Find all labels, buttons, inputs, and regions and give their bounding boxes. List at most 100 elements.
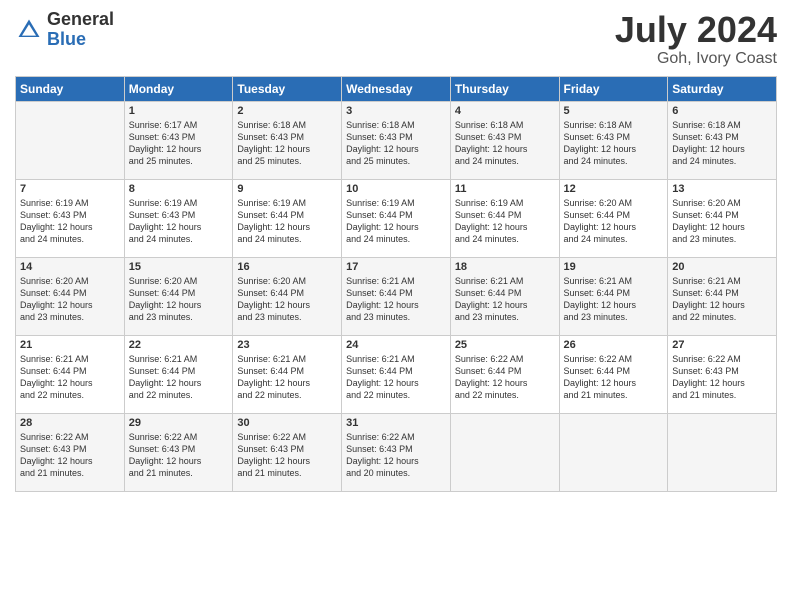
location-subtitle: Goh, Ivory Coast — [615, 50, 777, 68]
calendar-cell: 31 Sunrise: 6:22 AM Sunset: 6:43 PM Dayli… — [342, 413, 451, 491]
day-number: 25 — [455, 339, 555, 351]
calendar-cell: 14 Sunrise: 6:20 AM Sunset: 6:44 PM Dayli… — [16, 257, 125, 335]
weekday-header-tuesday: Tuesday — [233, 76, 342, 101]
cell-sun-info: Sunrise: 6:17 AM Sunset: 6:43 PM Dayligh… — [129, 119, 229, 168]
calendar-cell: 21 Sunrise: 6:21 AM Sunset: 6:44 PM Dayli… — [16, 335, 125, 413]
calendar-cell — [668, 413, 777, 491]
day-number: 28 — [20, 417, 120, 429]
calendar-cell: 17Sunrise: 6:21 AM Sunset: 6:44 PM Dayli… — [342, 257, 451, 335]
day-number: 11 — [455, 183, 555, 195]
day-number: 9 — [237, 183, 337, 195]
cell-sun-info: Sunrise: 6:18 AM Sunset: 6:43 PM Dayligh… — [672, 119, 772, 168]
logo-text: General Blue — [47, 10, 114, 50]
calendar-cell — [450, 413, 559, 491]
cell-sun-info: Sunrise: 6:19 AM Sunset: 6:43 PM Dayligh… — [129, 197, 229, 246]
cell-sun-info: Sunrise: 6:21 AM Sunset: 6:44 PM Dayligh… — [346, 353, 446, 402]
day-number: 26 — [564, 339, 664, 351]
cell-sun-info: Sunrise: 6:18 AM Sunset: 6:43 PM Dayligh… — [346, 119, 446, 168]
calendar-cell: 23 Sunrise: 6:21 AM Sunset: 6:44 PM Dayli… — [233, 335, 342, 413]
cell-sun-info: Sunrise: 6:21 AM Sunset: 6:44 PM Dayligh… — [20, 353, 120, 402]
calendar-cell: 24Sunrise: 6:21 AM Sunset: 6:44 PM Dayli… — [342, 335, 451, 413]
cell-sun-info: Sunrise: 6:18 AM Sunset: 6:43 PM Dayligh… — [237, 119, 337, 168]
day-number: 10 — [346, 183, 446, 195]
weekday-header-wednesday: Wednesday — [342, 76, 451, 101]
cell-sun-info: Sunrise: 6:22 AM Sunset: 6:43 PM Dayligh… — [237, 431, 337, 480]
calendar-cell: 2 Sunrise: 6:18 AM Sunset: 6:43 PM Daylig… — [233, 101, 342, 179]
day-number: 30 — [237, 417, 337, 429]
cell-sun-info: Sunrise: 6:19 AM Sunset: 6:44 PM Dayligh… — [346, 197, 446, 246]
day-number: 13 — [672, 183, 772, 195]
day-number: 6 — [672, 105, 772, 117]
calendar-cell: 18 Sunrise: 6:21 AM Sunset: 6:44 PM Dayli… — [450, 257, 559, 335]
calendar-cell: 5Sunrise: 6:18 AM Sunset: 6:43 PM Daylig… — [559, 101, 668, 179]
weekday-header-row: SundayMondayTuesdayWednesdayThursdayFrid… — [16, 76, 777, 101]
cell-sun-info: Sunrise: 6:19 AM Sunset: 6:43 PM Dayligh… — [20, 197, 120, 246]
day-number: 21 — [20, 339, 120, 351]
day-number: 27 — [672, 339, 772, 351]
cell-sun-info: Sunrise: 6:22 AM Sunset: 6:44 PM Dayligh… — [455, 353, 555, 402]
month-year-title: July 2024 — [615, 10, 777, 50]
calendar-body: 1Sunrise: 6:17 AM Sunset: 6:43 PM Daylig… — [16, 101, 777, 491]
logo-blue-text: Blue — [47, 30, 114, 50]
page-container: General Blue July 2024 Goh, Ivory Coast … — [0, 0, 792, 502]
cell-sun-info: Sunrise: 6:21 AM Sunset: 6:44 PM Dayligh… — [564, 275, 664, 324]
logo-icon — [15, 16, 43, 44]
calendar-cell — [559, 413, 668, 491]
calendar-cell: 20 Sunrise: 6:21 AM Sunset: 6:44 PM Dayli… — [668, 257, 777, 335]
calendar-week-row: 14 Sunrise: 6:20 AM Sunset: 6:44 PM Dayli… — [16, 257, 777, 335]
cell-sun-info: Sunrise: 6:20 AM Sunset: 6:44 PM Dayligh… — [129, 275, 229, 324]
day-number: 12 — [564, 183, 664, 195]
day-number: 2 — [237, 105, 337, 117]
calendar-cell: 30 Sunrise: 6:22 AM Sunset: 6:43 PM Dayli… — [233, 413, 342, 491]
day-number: 7 — [20, 183, 120, 195]
weekday-header-saturday: Saturday — [668, 76, 777, 101]
cell-sun-info: Sunrise: 6:22 AM Sunset: 6:44 PM Dayligh… — [564, 353, 664, 402]
day-number: 18 — [455, 261, 555, 273]
calendar-week-row: 21 Sunrise: 6:21 AM Sunset: 6:44 PM Dayli… — [16, 335, 777, 413]
cell-sun-info: Sunrise: 6:18 AM Sunset: 6:43 PM Dayligh… — [455, 119, 555, 168]
calendar-cell: 1Sunrise: 6:17 AM Sunset: 6:43 PM Daylig… — [124, 101, 233, 179]
calendar-week-row: 7 Sunrise: 6:19 AM Sunset: 6:43 PM Daylig… — [16, 179, 777, 257]
cell-sun-info: Sunrise: 6:21 AM Sunset: 6:44 PM Dayligh… — [237, 353, 337, 402]
calendar-cell: 6 Sunrise: 6:18 AM Sunset: 6:43 PM Daylig… — [668, 101, 777, 179]
day-number: 31 — [346, 417, 446, 429]
cell-sun-info: Sunrise: 6:22 AM Sunset: 6:43 PM Dayligh… — [672, 353, 772, 402]
calendar-cell: 15Sunrise: 6:20 AM Sunset: 6:44 PM Dayli… — [124, 257, 233, 335]
calendar-cell: 16 Sunrise: 6:20 AM Sunset: 6:44 PM Dayli… — [233, 257, 342, 335]
calendar-cell: 13Sunrise: 6:20 AM Sunset: 6:44 PM Dayli… — [668, 179, 777, 257]
cell-sun-info: Sunrise: 6:21 AM Sunset: 6:44 PM Dayligh… — [455, 275, 555, 324]
calendar-cell: 29 Sunrise: 6:22 AM Sunset: 6:43 PM Dayli… — [124, 413, 233, 491]
calendar-cell: 22Sunrise: 6:21 AM Sunset: 6:44 PM Dayli… — [124, 335, 233, 413]
calendar-cell: 4Sunrise: 6:18 AM Sunset: 6:43 PM Daylig… — [450, 101, 559, 179]
logo: General Blue — [15, 10, 114, 50]
day-number: 14 — [20, 261, 120, 273]
weekday-header-friday: Friday — [559, 76, 668, 101]
day-number: 23 — [237, 339, 337, 351]
calendar-header: SundayMondayTuesdayWednesdayThursdayFrid… — [16, 76, 777, 101]
day-number: 22 — [129, 339, 229, 351]
cell-sun-info: Sunrise: 6:20 AM Sunset: 6:44 PM Dayligh… — [20, 275, 120, 324]
cell-sun-info: Sunrise: 6:20 AM Sunset: 6:44 PM Dayligh… — [237, 275, 337, 324]
title-section: July 2024 Goh, Ivory Coast — [615, 10, 777, 68]
day-number: 19 — [564, 261, 664, 273]
calendar-cell: 27 Sunrise: 6:22 AM Sunset: 6:43 PM Dayli… — [668, 335, 777, 413]
calendar-cell: 26 Sunrise: 6:22 AM Sunset: 6:44 PM Dayli… — [559, 335, 668, 413]
cell-sun-info: Sunrise: 6:22 AM Sunset: 6:43 PM Dayligh… — [129, 431, 229, 480]
calendar-week-row: 1Sunrise: 6:17 AM Sunset: 6:43 PM Daylig… — [16, 101, 777, 179]
day-number: 20 — [672, 261, 772, 273]
day-number: 5 — [564, 105, 664, 117]
cell-sun-info: Sunrise: 6:21 AM Sunset: 6:44 PM Dayligh… — [672, 275, 772, 324]
calendar-cell: 28 Sunrise: 6:22 AM Sunset: 6:43 PM Dayli… — [16, 413, 125, 491]
day-number: 8 — [129, 183, 229, 195]
calendar-week-row: 28 Sunrise: 6:22 AM Sunset: 6:43 PM Dayli… — [16, 413, 777, 491]
cell-sun-info: Sunrise: 6:22 AM Sunset: 6:43 PM Dayligh… — [20, 431, 120, 480]
cell-sun-info: Sunrise: 6:22 AM Sunset: 6:43 PM Dayligh… — [346, 431, 446, 480]
cell-sun-info: Sunrise: 6:21 AM Sunset: 6:44 PM Dayligh… — [346, 275, 446, 324]
weekday-header-thursday: Thursday — [450, 76, 559, 101]
page-header: General Blue July 2024 Goh, Ivory Coast — [15, 10, 777, 68]
day-number: 16 — [237, 261, 337, 273]
weekday-header-monday: Monday — [124, 76, 233, 101]
day-number: 29 — [129, 417, 229, 429]
calendar-cell: 10 Sunrise: 6:19 AM Sunset: 6:44 PM Dayli… — [342, 179, 451, 257]
calendar-cell: 8 Sunrise: 6:19 AM Sunset: 6:43 PM Daylig… — [124, 179, 233, 257]
